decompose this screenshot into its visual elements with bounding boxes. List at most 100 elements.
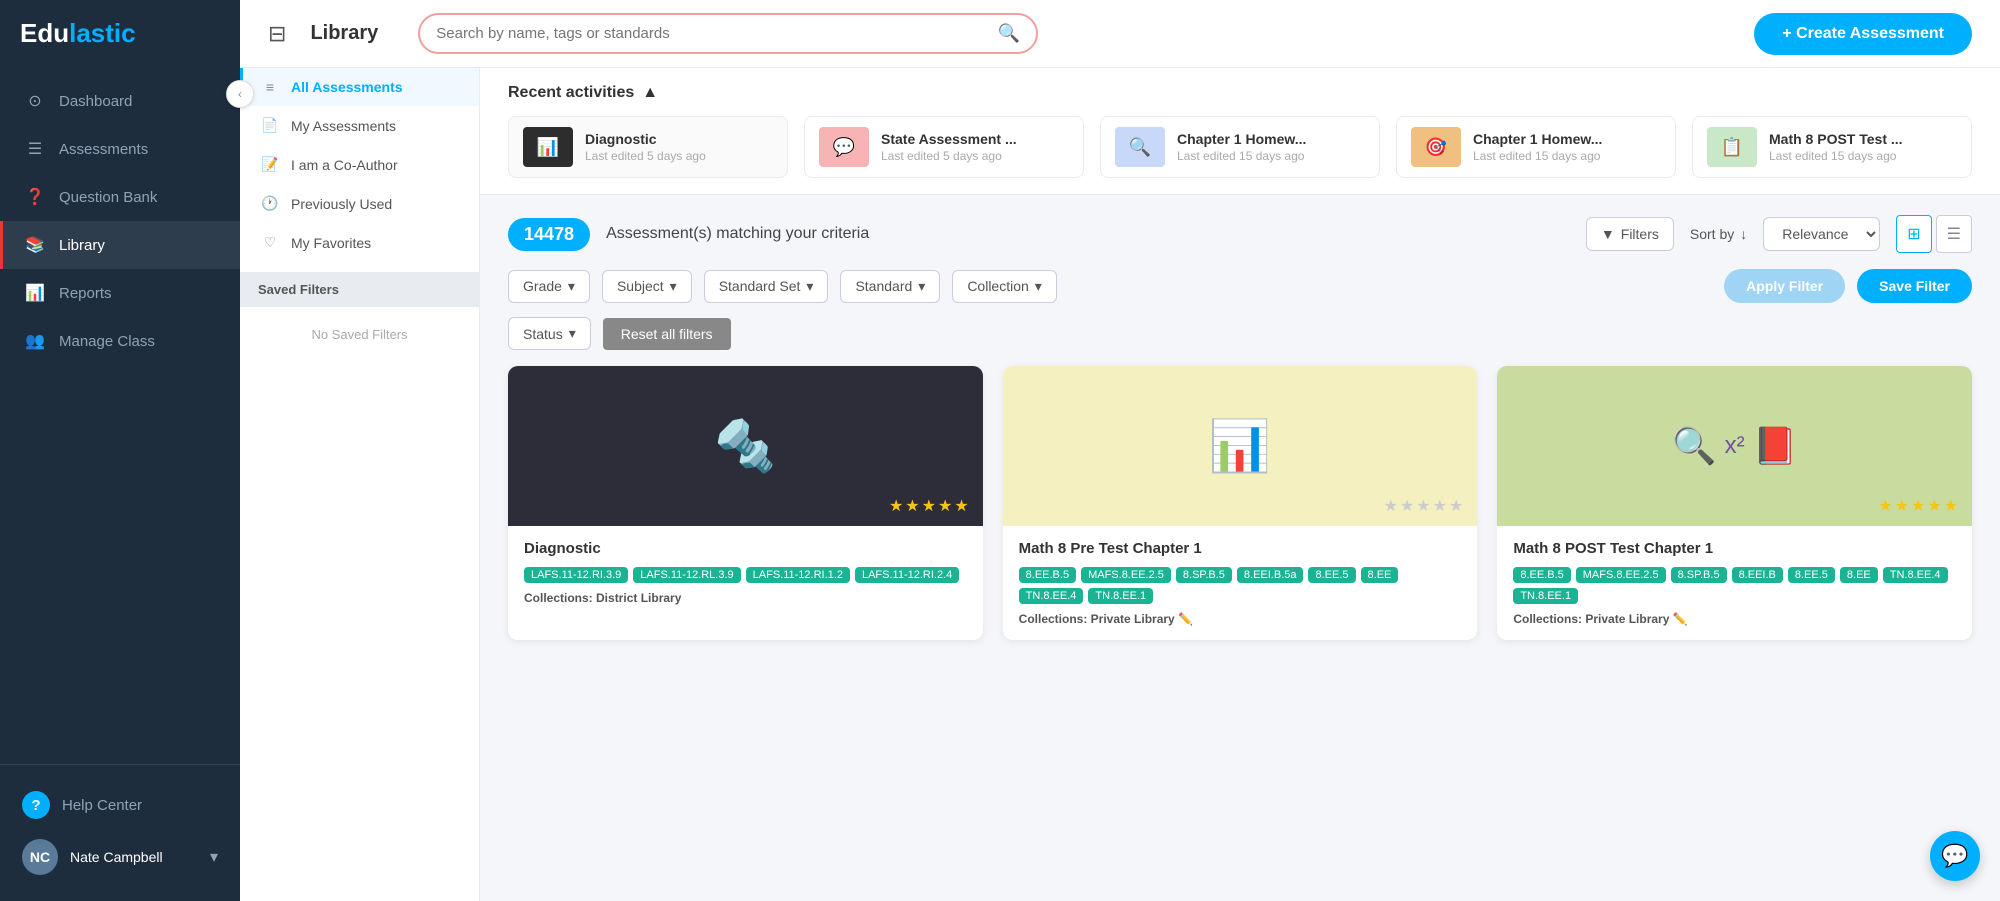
sidebar-item-library[interactable]: 📚 Library xyxy=(0,221,240,269)
tag: 8.EE xyxy=(1361,567,1399,583)
grade-dropdown[interactable]: Grade ▾ xyxy=(508,270,590,303)
recent-item[interactable]: 🎯 Chapter 1 Homew... Last edited 15 days… xyxy=(1396,116,1676,178)
no-saved-filters: No Saved Filters xyxy=(240,307,479,362)
filter-my-favorites[interactable]: ♡ My Favorites xyxy=(240,223,479,262)
collection-value: Private Library xyxy=(1091,612,1175,626)
card-title: Math 8 POST Test Chapter 1 xyxy=(1513,540,1956,557)
content-area: Recent activities ▲ 📊 Diagnostic Last ed… xyxy=(480,68,2000,901)
recent-thumb: 💬 xyxy=(819,127,869,167)
sidebar-collapse-button[interactable]: ‹ xyxy=(226,80,254,108)
assessment-card[interactable]: 🔍 x² 📕 ★★★★★ Math 8 POST Test Chapter 1 … xyxy=(1497,366,1972,640)
sort-icon: ↓ xyxy=(1740,226,1747,242)
my-favorites-icon: ♡ xyxy=(261,234,279,251)
sidebar-item-reports[interactable]: 📊 Reports xyxy=(0,269,240,317)
card-tags: 8.EE.B.5 MAFS.8.EE.2.5 8.SP.B.5 8.EEI.B.… xyxy=(1019,567,1462,604)
subject-dropdown[interactable]: Subject ▾ xyxy=(602,270,692,303)
tag: LAFS.11-12.RI.3.9 xyxy=(524,567,628,583)
filter-all-assessments[interactable]: ≡ All Assessments xyxy=(240,68,479,106)
logo-edu: Edu xyxy=(20,18,69,48)
standard-set-dropdown[interactable]: Standard Set ▾ xyxy=(704,270,829,303)
tag: TN.8.EE.1 xyxy=(1513,588,1578,604)
create-assessment-button[interactable]: + Create Assessment xyxy=(1754,13,1972,55)
recent-activities-header[interactable]: Recent activities ▲ xyxy=(508,84,1972,102)
tag: 8.SP.B.5 xyxy=(1671,567,1727,583)
recent-info: Chapter 1 Homew... Last edited 15 days a… xyxy=(1473,131,1602,163)
reset-filters-button[interactable]: Reset all filters xyxy=(603,318,731,350)
assessment-card[interactable]: 📊 ★★★★★ Math 8 Pre Test Chapter 1 8.EE.B… xyxy=(1003,366,1478,640)
assessment-card[interactable]: 🔩 ★★★★★ Diagnostic LAFS.11-12.RI.3.9 LAF… xyxy=(508,366,983,640)
assessments-header: 14478 Assessment(s) matching your criter… xyxy=(508,215,1972,253)
chevron-down-icon: ▾ xyxy=(568,278,575,295)
body-area: ≡ All Assessments 📄 My Assessments 📝 I a… xyxy=(240,68,2000,901)
card-collections: Collections: District Library xyxy=(524,591,967,605)
sidebar: Edulastic ⊙ Dashboard ☰ Assessments ❓ Qu… xyxy=(0,0,240,901)
collection-label: Collection xyxy=(967,278,1028,294)
previously-used-icon: 🕐 xyxy=(261,195,279,212)
recent-date: Last edited 5 days ago xyxy=(881,149,1017,163)
recent-thumb: 🎯 xyxy=(1411,127,1461,167)
tag: TN.8.EE.1 xyxy=(1088,588,1153,604)
filter-icon: ▼ xyxy=(1601,226,1615,242)
filter-label: My Favorites xyxy=(291,235,371,251)
card-collections: Collections: Private Library ✏️ xyxy=(1019,612,1462,626)
card-stars: ★★★★★ xyxy=(889,496,971,516)
tag: MAFS.8.EE.2.5 xyxy=(1081,567,1171,583)
user-name: Nate Campbell xyxy=(70,849,163,865)
list-view-button[interactable]: ☰ xyxy=(1936,215,1972,253)
help-center-button[interactable]: ? Help Center xyxy=(22,781,218,829)
edit-collection-icon[interactable]: ✏️ xyxy=(1178,612,1193,626)
tag: LAFS.11-12.RL.3.9 xyxy=(633,567,740,583)
sidebar-item-question-bank[interactable]: ❓ Question Bank xyxy=(0,173,240,221)
sidebar-item-assessments[interactable]: ☰ Assessments xyxy=(0,125,240,173)
card-stars: ★★★★★ xyxy=(1878,496,1960,516)
sidebar-item-label: Assessments xyxy=(59,141,148,158)
status-dropdown[interactable]: Status ▾ xyxy=(508,317,591,350)
grid-view-button[interactable]: ⊞ xyxy=(1896,215,1931,253)
save-filter-button[interactable]: Save Filter xyxy=(1857,269,1972,303)
recent-date: Last edited 15 days ago xyxy=(1473,149,1602,163)
filter-label: Previously Used xyxy=(291,196,392,212)
search-icon[interactable]: 🔍 xyxy=(998,23,1020,44)
standard-dropdown[interactable]: Standard ▾ xyxy=(840,270,940,303)
co-author-icon: 📝 xyxy=(261,156,279,173)
search-input[interactable] xyxy=(436,25,988,42)
my-assessments-icon: 📄 xyxy=(261,117,279,134)
filter-previously-used[interactable]: 🕐 Previously Used xyxy=(240,184,479,223)
recent-info: Diagnostic Last edited 5 days ago xyxy=(585,131,706,163)
apply-filter-button[interactable]: Apply Filter xyxy=(1724,269,1845,303)
recent-name: Math 8 POST Test ... xyxy=(1769,131,1903,147)
filter-co-author[interactable]: 📝 I am a Co-Author xyxy=(240,145,479,184)
card-thumbnail: 🔩 ★★★★★ xyxy=(508,366,983,526)
grade-label: Grade xyxy=(523,278,562,294)
user-profile-button[interactable]: NC Nate Campbell ▾ xyxy=(22,829,218,885)
collection-dropdown[interactable]: Collection ▾ xyxy=(952,270,1057,303)
saved-filters-header: Saved Filters xyxy=(240,272,479,307)
tag: 8.EE.5 xyxy=(1788,567,1835,583)
chat-button[interactable]: 💬 xyxy=(1930,831,1980,881)
search-box: 🔍 xyxy=(418,13,1038,54)
sidebar-nav: ⊙ Dashboard ☰ Assessments ❓ Question Ban… xyxy=(0,67,240,764)
recent-item[interactable]: 🔍 Chapter 1 Homew... Last edited 15 days… xyxy=(1100,116,1380,178)
filter-my-assessments[interactable]: 📄 My Assessments xyxy=(240,106,479,145)
collection-value: Private Library xyxy=(1585,612,1669,626)
tag: MAFS.8.EE.2.5 xyxy=(1576,567,1666,583)
recent-item[interactable]: 📊 Diagnostic Last edited 5 days ago xyxy=(508,116,788,178)
filter-label: My Assessments xyxy=(291,118,396,134)
filters-button[interactable]: ▼ Filters xyxy=(1586,217,1674,251)
recent-info: Chapter 1 Homew... Last edited 15 days a… xyxy=(1177,131,1306,163)
relevance-select[interactable]: Relevance xyxy=(1763,217,1880,251)
card-stars: ★★★★★ xyxy=(1384,496,1466,516)
assessments-area: 14478 Assessment(s) matching your criter… xyxy=(480,195,2000,660)
recent-name: Chapter 1 Homew... xyxy=(1177,131,1306,147)
recent-item[interactable]: 📋 Math 8 POST Test ... Last edited 15 da… xyxy=(1692,116,1972,178)
edit-collection-icon[interactable]: ✏️ xyxy=(1673,612,1688,626)
sidebar-item-manage-class[interactable]: 👥 Manage Class xyxy=(0,317,240,365)
recent-name: Chapter 1 Homew... xyxy=(1473,131,1602,147)
header: ⊟ Library 🔍 + Create Assessment xyxy=(240,0,2000,68)
sidebar-item-dashboard[interactable]: ⊙ Dashboard xyxy=(0,77,240,125)
sort-label: Sort by ↓ xyxy=(1690,226,1747,242)
recent-item[interactable]: 💬 State Assessment ... Last edited 5 day… xyxy=(804,116,1084,178)
sidebar-item-label: Reports xyxy=(59,285,112,302)
library-icon: 📚 xyxy=(25,235,45,255)
filter-row: Grade ▾ Subject ▾ Standard Set ▾ Stand xyxy=(508,269,1972,303)
